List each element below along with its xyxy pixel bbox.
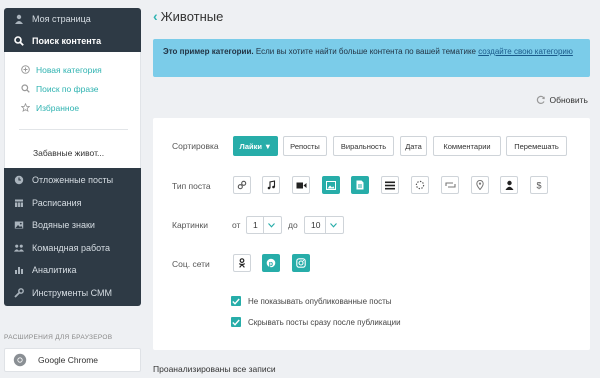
dollar-icon[interactable]: $ [530, 176, 548, 194]
sidebar-item-label: Моя страница [32, 14, 91, 24]
post-type-label: Тип поста [172, 181, 211, 191]
pictures-from-value: 1 [253, 220, 258, 230]
music-icon[interactable] [262, 176, 280, 194]
svg-text:p: p [269, 261, 273, 268]
odnoklassniki-icon[interactable] [233, 254, 251, 272]
chevron-down-icon [263, 217, 279, 233]
filters-panel: Сортировка Лайки ▼ Репосты Виральность Д… [153, 118, 590, 350]
sidebar-item-label: Командная работа [32, 242, 111, 253]
social-label: Соц. сети [172, 259, 210, 269]
document-icon[interactable] [351, 176, 369, 194]
sidebar-item-label: Расписания [32, 197, 82, 208]
sidebar-item-my-page[interactable]: Моя страница [4, 8, 141, 30]
page-header: ‹ Животные [153, 8, 223, 24]
sidebar-item-label: Аналитика [32, 265, 77, 276]
sidebar-item-teamwork[interactable]: Командная работа [4, 237, 141, 260]
sort-shuffle-button[interactable]: Перемешать [506, 136, 567, 156]
refresh-label: Обновить [549, 95, 589, 105]
pictures-from-select[interactable]: 1 [246, 216, 282, 234]
user-icon[interactable] [500, 176, 518, 194]
image-icon [14, 220, 24, 230]
video-icon[interactable] [292, 176, 310, 194]
map-pin-icon[interactable] [471, 176, 489, 194]
submenu-new-category[interactable]: Новая категория [5, 60, 140, 79]
refresh-icon [536, 95, 546, 105]
sidebar-item-schedules[interactable]: Расписания [4, 192, 141, 215]
sort-label: Сортировка [172, 141, 219, 151]
divider [19, 129, 128, 130]
star-icon [21, 103, 30, 112]
sidebar-item-smm-tools[interactable]: Инструменты СММ [4, 282, 141, 305]
sort-comments-button[interactable]: Комментарии [433, 136, 501, 156]
clock-icon [14, 175, 24, 185]
sidebar-item-analytics[interactable]: Аналитика [4, 259, 141, 282]
calendar-icon [14, 198, 24, 208]
extensions-heading: РАСШИРЕНИЯ ДЛЯ БРАУЗЕРОВ [4, 334, 113, 341]
sidebar-top: Моя страница Поиск контента [4, 8, 141, 52]
pictures-label: Картинки [172, 220, 209, 230]
chrome-label: Google Chrome [38, 355, 99, 365]
submenu-phrase-search[interactable]: Поиск по фразе [5, 79, 140, 98]
to-label: до [288, 220, 298, 230]
bar-chart-icon [14, 265, 24, 275]
loading-icon[interactable] [411, 176, 429, 194]
chevron-down-icon [325, 217, 341, 233]
text-icon[interactable] [381, 176, 399, 194]
sort-virality-button[interactable]: Виральность [333, 136, 394, 156]
sort-date-button[interactable]: Дата [400, 136, 427, 156]
sort-reposts-button[interactable]: Репосты [283, 136, 327, 156]
sidebar-item-label: Поиск контента [32, 36, 102, 46]
pinterest-icon[interactable]: p [262, 254, 280, 272]
submenu-label: Новая категория [36, 64, 102, 75]
search-icon [21, 84, 30, 93]
sidebar-bottom: Отложенные посты Расписания Водяные знак… [4, 168, 141, 306]
sidebar: Моя страница Поиск контента Новая катего… [4, 8, 141, 306]
sidebar-item-scheduled-posts[interactable]: Отложенные посты [4, 169, 141, 192]
hide-after-publish-checkbox[interactable] [231, 317, 241, 327]
from-label: от [232, 220, 241, 230]
hide-published-option: Не показывать опубликованные посты [231, 296, 392, 306]
svg-text:$: $ [536, 181, 541, 191]
hide-after-publish-option: Скрывать посты сразу после публикации [231, 317, 401, 327]
chrome-icon [13, 353, 27, 367]
chrome-extension-link[interactable]: Google Chrome [4, 348, 141, 372]
sidebar-item-watermarks[interactable]: Водяные знаки [4, 214, 141, 237]
instagram-icon[interactable] [292, 254, 310, 272]
back-chevron-icon[interactable]: ‹ [153, 8, 158, 24]
submenu-favorites[interactable]: Избранное [5, 98, 140, 117]
sidebar-item-label: Отложенные посты [32, 175, 114, 186]
submenu-label: Поиск по фразе [36, 83, 99, 94]
team-icon [14, 243, 24, 253]
search-icon [14, 36, 24, 46]
hide-after-publish-label: Скрывать посты сразу после публикации [248, 317, 401, 327]
sidebar-item-content-search[interactable]: Поиск контента [4, 30, 141, 52]
info-text: Если вы хотите найти больше контента по … [253, 47, 479, 56]
page-title: Животные [160, 8, 224, 24]
submenu-label: Избранное [36, 102, 80, 113]
plus-circle-icon [21, 65, 30, 74]
link-icon[interactable] [233, 176, 251, 194]
user-icon [14, 14, 24, 24]
sidebar-item-label: Водяные знаки [32, 220, 95, 231]
hide-published-label: Не показывать опубликованные посты [248, 296, 392, 306]
sort-likes-button[interactable]: Лайки ▼ [233, 136, 278, 156]
hide-published-checkbox[interactable] [231, 296, 241, 306]
info-bold-text: Это пример категории. [163, 47, 254, 56]
analysis-status: Проанализированы все записи [153, 364, 276, 374]
pictures-to-value: 10 [311, 220, 321, 230]
content-search-submenu: Новая категория Поиск по фразе Избранное… [4, 52, 141, 168]
wrench-icon [14, 287, 24, 298]
refresh-button[interactable]: Обновить [536, 95, 589, 105]
favorite-category-item[interactable]: Забавные живот... [5, 144, 140, 162]
pictures-to-select[interactable]: 10 [304, 216, 344, 234]
sidebar-item-label: Инструменты СММ [32, 287, 113, 298]
repost-icon[interactable] [441, 176, 459, 194]
info-banner: Это пример категории. Если вы хотите най… [153, 39, 590, 77]
create-category-link[interactable]: создайте свою категорию [478, 47, 573, 56]
image-icon[interactable] [322, 176, 340, 194]
